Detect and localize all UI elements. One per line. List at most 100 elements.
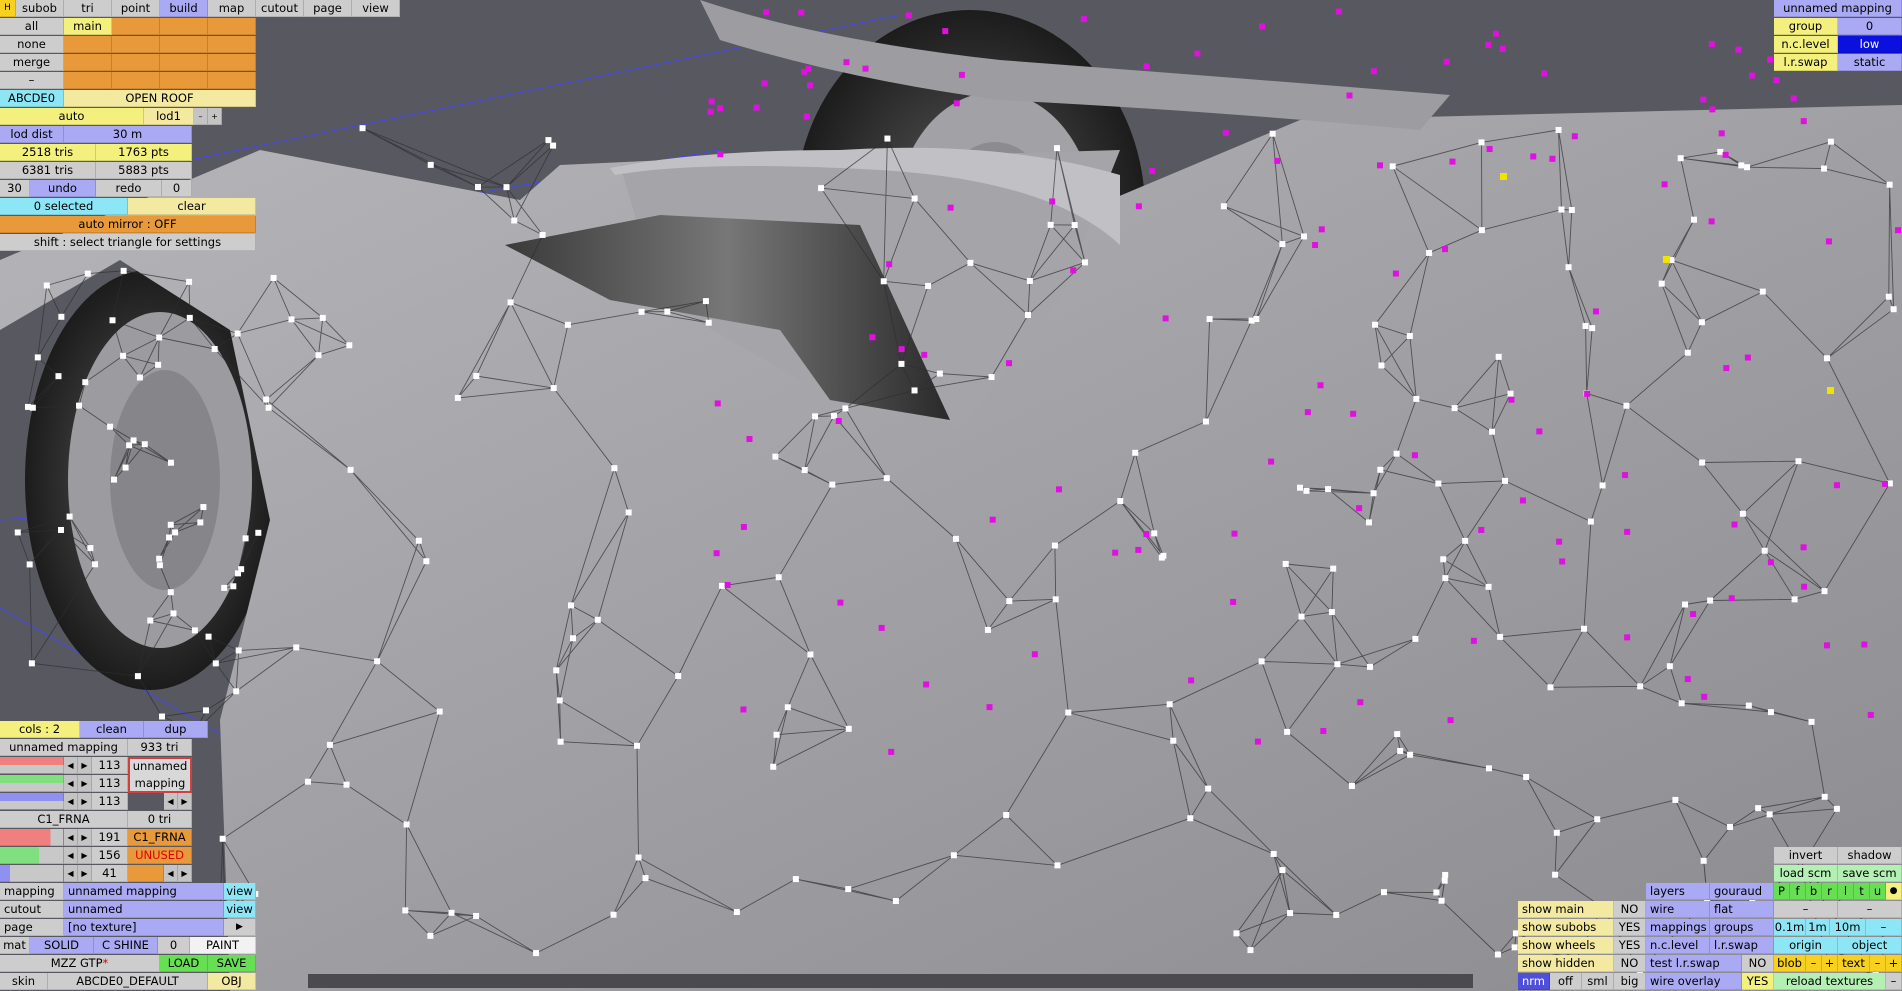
arrow-right-icon[interactable]: ▶	[78, 829, 92, 846]
dash-button[interactable]: –	[1838, 901, 1902, 918]
mesh-vertex[interactable]	[635, 854, 642, 861]
selection-marker[interactable]	[1718, 130, 1725, 137]
selection-marker[interactable]	[807, 82, 814, 89]
mesh-vertex[interactable]	[14, 529, 21, 536]
mesh-vertex[interactable]	[550, 385, 557, 392]
mesh-vertex[interactable]	[880, 278, 887, 285]
mesh-vertex[interactable]	[1284, 728, 1291, 735]
mesh-vertex[interactable]	[1495, 353, 1502, 360]
color-swatch-blue[interactable]	[0, 793, 64, 810]
mesh-vertex[interactable]	[211, 346, 218, 353]
selection-marker[interactable]	[1749, 72, 1756, 79]
mesh-vertex[interactable]	[1407, 751, 1414, 758]
mesh-vertex[interactable]	[1795, 458, 1802, 465]
save-button[interactable]: SAVE	[208, 955, 256, 972]
mesh-vertex[interactable]	[952, 535, 959, 542]
mesh-vertex[interactable]	[87, 545, 94, 552]
flag-t-button[interactable]: t	[1854, 883, 1870, 900]
mesh-vertex[interactable]	[545, 137, 552, 144]
selection-marker[interactable]	[1536, 428, 1543, 435]
mesh-vertex[interactable]	[134, 673, 141, 680]
mesh-vertex[interactable]	[1081, 259, 1088, 266]
selection-marker[interactable]	[1449, 158, 1456, 165]
subobject-slot[interactable]	[208, 72, 256, 89]
selection-marker[interactable]	[1519, 497, 1526, 504]
mesh-vertex[interactable]	[156, 334, 163, 341]
car-name[interactable]: MZZ GTP *	[0, 955, 160, 972]
mesh-vertex[interactable]	[1485, 765, 1492, 772]
flat-button[interactable]: flat	[1710, 901, 1774, 918]
selection-marker[interactable]	[724, 581, 731, 588]
paint-button[interactable]: PAINT	[190, 937, 256, 954]
selection-marker[interactable]	[1723, 365, 1730, 372]
mesh-vertex[interactable]	[829, 481, 836, 488]
main-subobject-slot[interactable]: main	[64, 18, 112, 35]
text-minus-button[interactable]: –	[1870, 955, 1886, 972]
selection-marker[interactable]	[1824, 642, 1831, 649]
selection-marker[interactable]	[1447, 717, 1454, 724]
arrow-left-icon[interactable]: ◀	[64, 829, 78, 846]
color-swatch-red[interactable]	[0, 757, 64, 774]
mesh-vertex[interactable]	[1187, 815, 1194, 822]
groups-button[interactable]: groups	[1710, 919, 1774, 936]
selection-marker[interactable]	[1825, 238, 1832, 245]
selection-marker[interactable]	[1485, 41, 1492, 48]
mesh-vertex[interactable]	[255, 529, 262, 536]
selection-marker[interactable]	[869, 334, 876, 341]
mesh-vertex[interactable]	[845, 886, 852, 893]
mesh-vertex[interactable]	[1270, 850, 1277, 857]
mesh-vertex[interactable]	[107, 423, 114, 430]
arrow-left-icon[interactable]: ◀	[64, 775, 78, 792]
blob-minus-button[interactable]: –	[1806, 955, 1822, 972]
mesh-vertex[interactable]	[842, 405, 849, 412]
selection-marker[interactable]	[1592, 308, 1599, 315]
mesh-vertex[interactable]	[1433, 889, 1440, 896]
mat-number[interactable]: 0	[158, 937, 190, 954]
selection-marker[interactable]	[986, 704, 993, 711]
mesh-vertex[interactable]	[1451, 405, 1458, 412]
mesh-vertex[interactable]	[427, 932, 434, 939]
mesh-vertex[interactable]	[594, 616, 601, 623]
test-lr-swap-toggle[interactable]: test l.r.swap	[1646, 955, 1742, 972]
mesh-vertex[interactable]	[1052, 596, 1059, 603]
arrow-right-icon[interactable]: ▶	[78, 775, 92, 792]
subobject-slot[interactable]	[160, 18, 208, 35]
show-subobs-toggle[interactable]: show subobs	[1518, 919, 1614, 936]
tab-point[interactable]: point	[112, 0, 160, 17]
selection-marker[interactable]	[1304, 409, 1311, 416]
mesh-vertex[interactable]	[1580, 625, 1587, 632]
mesh-vertex[interactable]	[642, 875, 649, 882]
auto-mirror-toggle[interactable]: auto mirror : OFF	[0, 216, 256, 233]
mesh-vertex[interactable]	[792, 876, 799, 883]
mesh-vertex[interactable]	[265, 404, 272, 411]
mesh-vertex[interactable]	[1365, 519, 1372, 526]
mesh-vertex[interactable]	[28, 660, 35, 667]
3d-viewport[interactable]	[0, 0, 1902, 991]
subobject-slot[interactable]	[160, 54, 208, 71]
mesh-vertex[interactable]	[136, 374, 143, 381]
selection-marker[interactable]	[905, 12, 912, 19]
mesh-vertex[interactable]	[1389, 163, 1396, 170]
mesh-vertex[interactable]	[610, 911, 617, 918]
merge-button[interactable]: merge	[0, 54, 64, 71]
selection-marker[interactable]	[1080, 15, 1087, 22]
mesh-vertex[interactable]	[359, 125, 366, 132]
selection-marker[interactable]	[1031, 651, 1038, 658]
arrow-left-icon[interactable]: ◀	[64, 757, 78, 774]
selection-marker[interactable]	[1148, 167, 1155, 174]
mesh-vertex[interactable]	[26, 561, 33, 568]
mesh-vertex[interactable]	[1132, 449, 1139, 456]
mesh-vertex[interactable]	[374, 658, 381, 665]
selection-marker[interactable]	[1350, 410, 1357, 417]
subobject-slot[interactable]	[112, 36, 160, 53]
mesh-vertex[interactable]	[58, 313, 65, 320]
mesh-vertex[interactable]	[507, 299, 514, 306]
subobject-slot[interactable]	[112, 18, 160, 35]
mesh-vertex[interactable]	[66, 513, 73, 520]
selection-marker[interactable]	[1317, 382, 1324, 389]
mesh-vertex[interactable]	[1220, 203, 1227, 210]
selection-marker[interactable]	[1881, 480, 1888, 487]
mesh-vertex[interactable]	[556, 697, 563, 704]
mesh-vertex[interactable]	[263, 396, 270, 403]
shine-button[interactable]: C SHINE	[94, 937, 158, 954]
